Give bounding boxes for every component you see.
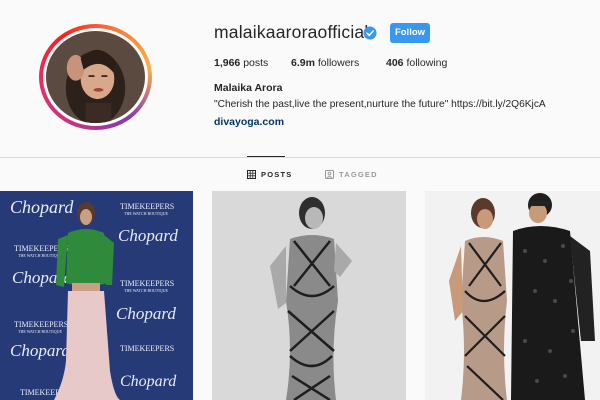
- tab-tagged[interactable]: TAGGED: [325, 170, 378, 179]
- followers-count: 6.9m: [291, 57, 315, 69]
- tab-posts-label: POSTS: [261, 170, 293, 179]
- grid-icon: [247, 170, 256, 179]
- tag-user-icon: [325, 170, 334, 179]
- following-count: 406: [386, 57, 404, 69]
- profile-full-name: Malaika Arora: [214, 82, 283, 94]
- active-tab-indicator: [247, 156, 285, 157]
- backdrop-boutique-text: THE WATCH BOUTIQUE: [124, 288, 168, 293]
- followers-count-label: followers: [317, 57, 360, 69]
- profile-avatar: [46, 31, 145, 123]
- profile-avatar-ring[interactable]: [39, 24, 152, 130]
- tabs-divider: [0, 157, 600, 158]
- following-count-label: following: [406, 57, 448, 69]
- backdrop-logo-text: Chopard: [10, 341, 70, 360]
- posts-count-label: posts: [243, 57, 269, 69]
- profile-username: malaikaaroraofficial: [214, 22, 369, 42]
- backdrop-boutique-text: THE WATCH BOUTIQUE: [18, 253, 62, 258]
- backdrop-timekeepers-text: TIMEKEEPERS: [120, 344, 174, 353]
- post-thumbnail-1[interactable]: Chopard Chopard Chopard Chopard Chopard …: [0, 191, 193, 400]
- backdrop-logo-text: Chopard: [120, 373, 177, 390]
- backdrop-timekeepers-text: TIMEKEEPERS: [120, 202, 174, 211]
- following-count-stat[interactable]: 406 following: [386, 57, 447, 69]
- backdrop-timekeepers-text: TIMEKEEPERS: [14, 320, 68, 329]
- backdrop-boutique-text: THE WATCH BOUTIQUE: [124, 211, 168, 216]
- backdrop-logo-text: Chopard: [116, 304, 176, 323]
- profile-website-link[interactable]: divayoga.com: [214, 116, 284, 128]
- verified-badge-icon: [363, 26, 377, 40]
- tab-tagged-label: TAGGED: [339, 170, 378, 179]
- posts-count: 1,966: [214, 57, 241, 69]
- backdrop-timekeepers-text: TIMEKEEPERS: [120, 279, 174, 288]
- tab-posts[interactable]: POSTS: [247, 170, 292, 179]
- post-thumbnail-2[interactable]: [212, 191, 406, 400]
- backdrop-logo-text: Chopard: [118, 226, 178, 245]
- posts-count-stat: 1,966 posts: [214, 57, 268, 69]
- profile-bio: "Cherish the past,live the present,nurtu…: [214, 99, 546, 110]
- follow-button[interactable]: Follow: [390, 23, 430, 43]
- followers-count-stat[interactable]: 6.9m followers: [291, 57, 359, 69]
- post-thumbnail-3[interactable]: [425, 191, 600, 400]
- backdrop-logo-text: Chopard: [10, 197, 74, 217]
- backdrop-boutique-text: THE WATCH BOUTIQUE: [18, 329, 62, 334]
